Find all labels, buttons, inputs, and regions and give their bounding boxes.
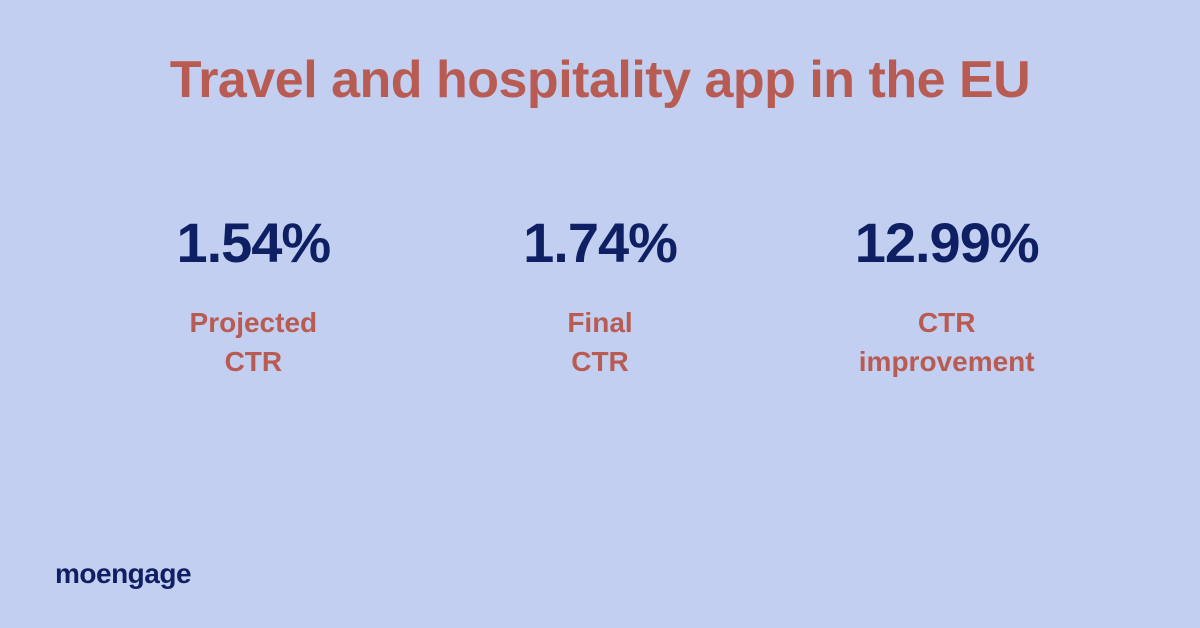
- slide-title: Travel and hospitality app in the EU: [60, 50, 1140, 110]
- stat-label: Final CTR: [567, 303, 632, 381]
- stat-label: CTR improvement: [859, 303, 1035, 381]
- stat-projected-ctr: 1.54% Projected CTR: [80, 210, 427, 381]
- stat-value: 1.74%: [523, 210, 677, 275]
- stats-row: 1.54% Projected CTR 1.74% Final CTR 12.9…: [60, 210, 1140, 381]
- brand-logo: moengage: [55, 558, 191, 590]
- stat-label: Projected CTR: [190, 303, 318, 381]
- stat-final-ctr: 1.74% Final CTR: [427, 210, 774, 381]
- stat-ctr-improvement: 12.99% CTR improvement: [773, 210, 1120, 381]
- stat-value: 12.99%: [855, 210, 1039, 275]
- stat-value: 1.54%: [176, 210, 330, 275]
- slide-container: Travel and hospitality app in the EU 1.5…: [0, 0, 1200, 628]
